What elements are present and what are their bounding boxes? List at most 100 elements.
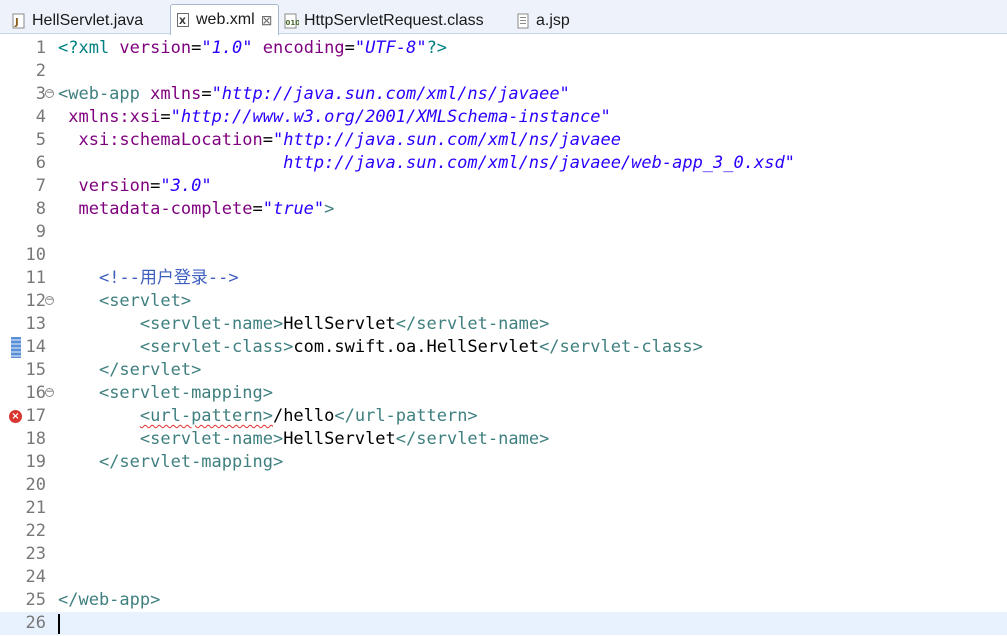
code-line[interactable]: × 17 <url-pattern>/hello</url-pattern> [0, 405, 1007, 428]
code-token: xmlns:xsi [68, 107, 161, 127]
code-token: = [262, 130, 273, 150]
code-token: = [252, 199, 263, 219]
code-line[interactable]: 21 [0, 497, 1007, 520]
code-text: xmlns:xsi="http://www.w3.org/2001/XMLSch… [58, 106, 611, 129]
code-token: "1.0" [201, 38, 253, 58]
code-token: version [78, 176, 151, 196]
fold-toggle-icon[interactable]: − [45, 388, 54, 397]
code-text: </servlet-mapping> [58, 451, 283, 474]
code-token: <!--用户登录--> [98, 268, 239, 288]
code-token: HellServlet [283, 429, 396, 449]
code-token: = [344, 38, 355, 58]
text-caret [58, 614, 60, 634]
code-token: <web-app [58, 84, 151, 104]
svg-text:J: J [14, 17, 19, 28]
code-line[interactable]: 13 <servlet-name>HellServlet</servlet-na… [0, 313, 1007, 336]
code-text: <servlet-mapping> [58, 382, 273, 405]
code-token: "http://www.w3.org/2001/XMLSchema-instan… [170, 107, 611, 127]
editor-tab-bar: J HellServlet.java X web.xml ⊠ 010 HttpS… [0, 0, 1007, 35]
tab-label: HellServlet.java [32, 11, 144, 29]
code-token: HellServlet [283, 314, 396, 334]
tab-web-xml[interactable]: X web.xml ⊠ [170, 4, 280, 35]
code-line[interactable]: 1 <?xml version="1.0" encoding="UTF-8"?> [0, 37, 1007, 60]
fold-toggle-icon[interactable]: − [45, 296, 54, 305]
code-text: http://java.sun.com/xml/ns/javaee/web-ap… [58, 152, 795, 175]
code-line[interactable]: 24 [0, 566, 1007, 589]
code-text: <!--用户登录--> [58, 267, 239, 290]
code-token: "http://java.sun.com/xml/ns/javaee" [211, 84, 570, 104]
line-number: 25 [25, 590, 46, 610]
code-token: = [191, 38, 202, 58]
xml-source-editor[interactable]: 1 <?xml version="1.0" encoding="UTF-8"?> 2… [0, 35, 1007, 636]
code-line[interactable]: 11 <!--用户登录--> [0, 267, 1007, 290]
code-text: version="3.0" [58, 175, 211, 198]
line-number: 20 [25, 475, 46, 495]
code-line[interactable]: 25 </web-app> [0, 589, 1007, 612]
code-token: </web-app> [58, 590, 161, 610]
code-line[interactable]: 7 version="3.0" [0, 175, 1007, 198]
line-number: 1 [35, 38, 46, 58]
line-number: 9 [35, 222, 46, 242]
tab-httpservletrequest-class[interactable]: 010 HttpServletRequest.class [284, 7, 484, 34]
line-number: 21 [25, 498, 46, 518]
change-marker-icon [11, 337, 21, 358]
code-line[interactable]: 6 http://java.sun.com/xml/ns/javaee/web-… [0, 152, 1007, 175]
code-line[interactable]: 12− <servlet> [0, 290, 1007, 313]
code-token: xsi:schemaLocation [78, 130, 263, 150]
line-number: 6 [35, 153, 46, 173]
code-text: <servlet-name>HellServlet</servlet-name> [58, 428, 549, 451]
code-line[interactable]: 22 [0, 520, 1007, 543]
code-line[interactable]: 2 [0, 60, 1007, 83]
code-line[interactable]: 3− <web-app xmlns="http://java.sun.com/xm… [0, 83, 1007, 106]
code-line[interactable]: 20 [0, 474, 1007, 497]
code-token: http://java.sun.com/xml/ns/javaee/web-ap… [283, 153, 795, 173]
xml-file-icon: X [176, 12, 191, 28]
code-line[interactable]: 18 <servlet-name>HellServlet</servlet-na… [0, 428, 1007, 451]
code-line[interactable]: 16− <servlet-mapping> [0, 382, 1007, 405]
java-file-icon: J [12, 13, 27, 29]
code-token: "true" [262, 199, 325, 219]
code-text: xsi:schemaLocation="http://java.sun.com/… [58, 129, 621, 152]
svg-text:010: 010 [286, 19, 300, 27]
svg-text:X: X [179, 17, 186, 27]
fold-toggle-icon[interactable]: − [45, 89, 54, 98]
line-number: 4 [35, 107, 46, 127]
line-number: 5 [35, 130, 46, 150]
line-number: 12 [25, 291, 46, 311]
code-line[interactable]: 8 metadata-complete="true"> [0, 198, 1007, 221]
code-line[interactable]: 26 [0, 612, 1007, 635]
line-number: 24 [25, 567, 46, 587]
code-token: version [119, 38, 192, 58]
code-line[interactable]: 19 </servlet-mapping> [0, 451, 1007, 474]
code-token: "http://java.sun.com/xml/ns/javaee [272, 130, 621, 150]
code-token: <servlet-mapping> [98, 383, 273, 403]
code-line[interactable]: 15 </servlet> [0, 359, 1007, 382]
code-token: <servlet-class> [139, 337, 294, 357]
code-line[interactable]: 10 [0, 244, 1007, 267]
code-text: <servlet> [58, 290, 191, 313]
code-text: <web-app xmlns="http://java.sun.com/xml/… [58, 83, 570, 106]
code-token: </servlet> [98, 360, 202, 380]
tab-label: a.jsp [536, 11, 570, 29]
code-line[interactable]: 9 [0, 221, 1007, 244]
code-line[interactable]: 23 [0, 543, 1007, 566]
code-token: /hello [272, 406, 335, 426]
close-icon[interactable]: ⊠ [261, 13, 273, 27]
code-line[interactable]: 4 xmlns:xsi="http://www.w3.org/2001/XMLS… [0, 106, 1007, 129]
code-line[interactable]: 5 xsi:schemaLocation="http://java.sun.co… [0, 129, 1007, 152]
code-text: <servlet-name>HellServlet</servlet-name> [58, 313, 549, 336]
error-marker-icon[interactable]: × [9, 410, 22, 423]
code-token: </servlet-mapping> [98, 452, 284, 472]
tab-a-jsp[interactable]: a.jsp [516, 7, 570, 34]
code-line[interactable]: 14 <servlet-class>com.swift.oa.HellServl… [0, 336, 1007, 359]
tab-hellservlet-java[interactable]: J HellServlet.java [12, 7, 143, 34]
